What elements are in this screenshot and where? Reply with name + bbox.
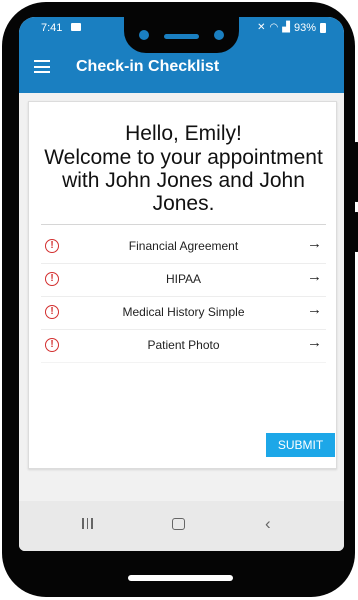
phone-frame: 7:41 ✕ ◠ ▟ 93% Check-in Checklist Hello,… (2, 2, 358, 597)
wifi-icon: ◠ (269, 22, 279, 33)
camera-icon (139, 30, 149, 40)
checklist-item-label: Medical History Simple (122, 305, 245, 319)
divider (41, 224, 326, 225)
checklist-item-medical-history[interactable]: ! Medical History Simple → (41, 297, 326, 330)
speaker-grille (164, 34, 199, 39)
volume-button (354, 142, 358, 202)
home-icon[interactable] (172, 518, 185, 530)
checklist-item-label: HIPAA (165, 272, 202, 286)
sensor-icon (214, 30, 224, 40)
power-button (354, 212, 358, 252)
mute-icon: ✕ (257, 22, 266, 33)
status-indicators: ✕ ◠ ▟ 93% (257, 22, 326, 34)
checklist-item-hipaa[interactable]: ! HIPAA → (41, 264, 326, 297)
message-icon (71, 23, 81, 31)
battery-percent: 93% (293, 22, 316, 34)
hamburger-menu-icon[interactable] (34, 60, 50, 73)
signal-icon: ▟ (282, 22, 290, 33)
page-title: Check-in Checklist (76, 58, 220, 75)
checklist-item-financial-agreement[interactable]: ! Financial Agreement → (41, 231, 326, 264)
checklist: ! Financial Agreement → ! HIPAA → ! Medi… (41, 231, 326, 363)
checklist-card: Hello, Emily! Welcome to your appointmen… (28, 101, 337, 469)
alert-circle-icon: ! (45, 239, 59, 253)
arrow-right-icon[interactable]: → (307, 301, 322, 318)
camera-notch (124, 17, 239, 53)
arrow-right-icon[interactable]: → (307, 334, 322, 351)
welcome-message: Welcome to your appointment with John Jo… (44, 146, 323, 215)
checklist-item-label: Financial Agreement (128, 239, 239, 253)
back-icon[interactable]: ‹ (265, 514, 271, 534)
arrow-right-icon[interactable]: → (307, 235, 322, 252)
greeting-text: Hello, Emily! (125, 122, 242, 145)
phone-screen: 7:41 ✕ ◠ ▟ 93% Check-in Checklist Hello,… (19, 17, 344, 551)
checklist-item-label: Patient Photo (147, 338, 220, 352)
system-nav-bar: ‹ (19, 501, 344, 551)
battery-icon (320, 23, 326, 33)
checklist-item-patient-photo[interactable]: ! Patient Photo → (41, 330, 326, 363)
alert-circle-icon: ! (45, 305, 59, 319)
home-indicator (128, 575, 233, 581)
arrow-right-icon[interactable]: → (307, 268, 322, 285)
alert-circle-icon: ! (45, 272, 59, 286)
alert-circle-icon: ! (45, 338, 59, 352)
status-time: 7:41 (41, 22, 63, 34)
recents-icon[interactable] (82, 518, 93, 529)
submit-button[interactable]: SUBMIT (266, 433, 335, 457)
